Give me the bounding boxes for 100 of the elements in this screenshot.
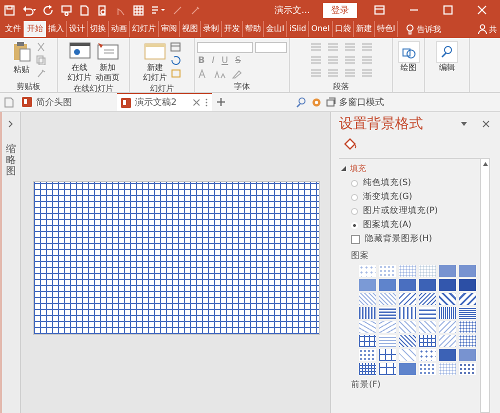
slideshow-icon[interactable] — [61, 4, 72, 16]
pattern-swatch[interactable] — [439, 335, 456, 347]
pattern-swatch[interactable] — [459, 363, 476, 375]
pattern-swatch[interactable] — [399, 321, 416, 333]
search-icon[interactable] — [296, 96, 307, 108]
eraser-icon[interactable] — [231, 69, 243, 79]
section-header[interactable]: 填充 — [350, 163, 366, 174]
pattern-swatch[interactable] — [359, 363, 376, 375]
tell-me-label[interactable]: 告诉我 — [417, 24, 442, 34]
ribbon-tab[interactable]: 开发 — [222, 21, 243, 37]
ribbon-tab[interactable]: 开始 — [24, 21, 46, 37]
document-tab[interactable]: 演示文稿2 — [117, 93, 212, 111]
pattern-swatch[interactable] — [439, 279, 456, 291]
ribbon-tab[interactable]: 口袋 — [332, 21, 354, 37]
pattern-swatch[interactable] — [419, 293, 436, 305]
expanded-icon[interactable] — [341, 166, 346, 172]
format-button[interactable]: I — [210, 56, 216, 66]
format-painter-icon[interactable] — [34, 68, 46, 78]
multi-window-label[interactable]: 多窗口模式 — [339, 96, 384, 108]
pattern-swatch[interactable] — [439, 321, 456, 333]
format-button[interactable]: B — [197, 56, 206, 66]
option-label[interactable]: 渐变填充(G) — [363, 191, 412, 203]
ribbon-tab[interactable]: OneI — [309, 21, 333, 37]
copy-icon[interactable] — [34, 55, 46, 65]
pattern-swatch[interactable] — [459, 279, 476, 291]
cut-icon[interactable] — [34, 42, 46, 52]
pattern-swatch[interactable] — [419, 335, 436, 347]
option-label[interactable]: 图片或纹理填充(P) — [363, 205, 438, 217]
checkbox[interactable] — [351, 234, 360, 244]
redo-icon[interactable] — [43, 4, 54, 16]
pattern-swatch[interactable] — [419, 321, 436, 333]
pattern-swatch[interactable] — [459, 307, 476, 319]
font-size-field[interactable] — [255, 42, 287, 53]
document-icon[interactable] — [4, 96, 14, 108]
brush-icon[interactable] — [190, 4, 201, 16]
font-name-field[interactable] — [197, 42, 253, 53]
pattern-swatch[interactable] — [439, 363, 456, 375]
animation-page-button[interactable]: 新加动画页 — [94, 41, 120, 83]
save-icon[interactable] — [4, 4, 15, 16]
pattern-swatch[interactable] — [439, 293, 456, 305]
ribbon-tab[interactable]: 审阅 — [159, 21, 180, 37]
ribbon-tab[interactable]: 视图 — [180, 21, 201, 37]
pattern-swatch[interactable] — [419, 307, 436, 319]
document-tab[interactable]: 简介头图 — [18, 93, 113, 111]
share-label[interactable]: 共 — [489, 24, 497, 34]
online-slide-button[interactable]: 在线幻灯片 — [66, 41, 92, 83]
paragraph-format-icon[interactable] — [360, 68, 372, 78]
more-icon[interactable] — [205, 98, 208, 107]
paragraph-format-icon[interactable] — [344, 68, 356, 78]
paragraph-format-icon[interactable] — [326, 68, 338, 78]
undo-icon[interactable] — [22, 4, 36, 16]
radio-button[interactable] — [351, 194, 358, 200]
ribbon-tab[interactable]: 动画 — [109, 21, 130, 37]
pattern-swatch[interactable] — [459, 293, 476, 305]
ribbon-tab[interactable]: 特色I — [374, 21, 398, 37]
pattern-swatch[interactable] — [379, 293, 396, 305]
paragraph-format-icon[interactable] — [360, 55, 372, 65]
option-label[interactable]: 隐藏背景图形(H) — [365, 233, 432, 245]
ribbon-tab[interactable]: 幻灯片 — [130, 21, 159, 37]
pattern-swatch[interactable] — [359, 321, 376, 333]
pattern-swatch[interactable] — [419, 279, 436, 291]
pattern-swatch[interactable] — [419, 265, 436, 277]
paragraph-format-icon[interactable] — [310, 55, 322, 65]
pattern-swatch[interactable] — [419, 349, 436, 361]
pattern-swatch[interactable] — [399, 293, 416, 305]
pattern-swatch[interactable] — [359, 279, 376, 291]
expand-icon[interactable] — [8, 120, 14, 128]
pattern-swatch[interactable] — [379, 265, 396, 277]
pattern-swatch[interactable] — [379, 307, 396, 319]
fill-bucket-icon[interactable] — [343, 137, 357, 151]
add-tab-icon[interactable] — [216, 97, 226, 107]
reset-icon[interactable] — [170, 55, 182, 65]
new-file-icon[interactable] — [79, 4, 90, 16]
radio-button[interactable] — [351, 208, 358, 214]
pattern-swatch[interactable] — [379, 349, 396, 361]
paragraph-format-icon[interactable] — [326, 42, 338, 52]
paragraph-format-icon[interactable] — [310, 42, 322, 52]
print-preview-icon[interactable] — [97, 4, 108, 16]
pattern-swatch[interactable] — [399, 307, 416, 319]
pattern-swatch[interactable] — [359, 349, 376, 361]
pattern-swatch[interactable] — [439, 307, 456, 319]
change-case-icon[interactable] — [214, 69, 226, 79]
user-icon[interactable] — [478, 24, 487, 34]
dropdown-icon[interactable] — [460, 121, 468, 127]
pattern-swatch[interactable] — [399, 363, 416, 375]
ribbon-tab[interactable]: 设计 — [67, 21, 88, 37]
scroll-up-icon[interactable] — [482, 162, 488, 166]
close-icon[interactable] — [193, 99, 200, 106]
paragraph-format-icon[interactable] — [326, 55, 338, 65]
pattern-swatch[interactable] — [459, 349, 476, 361]
align-icon[interactable] — [151, 4, 165, 16]
maximize-icon[interactable] — [443, 5, 453, 15]
pattern-swatch[interactable] — [359, 265, 376, 277]
pattern-swatch[interactable] — [399, 279, 416, 291]
pattern-swatch[interactable] — [359, 293, 376, 305]
ribbon-tab[interactable]: 录制 — [201, 21, 222, 37]
pattern-swatch[interactable] — [459, 265, 476, 277]
paragraph-format-icon[interactable] — [360, 42, 372, 52]
format-button[interactable]: S — [234, 56, 242, 66]
close-icon[interactable] — [482, 120, 490, 128]
